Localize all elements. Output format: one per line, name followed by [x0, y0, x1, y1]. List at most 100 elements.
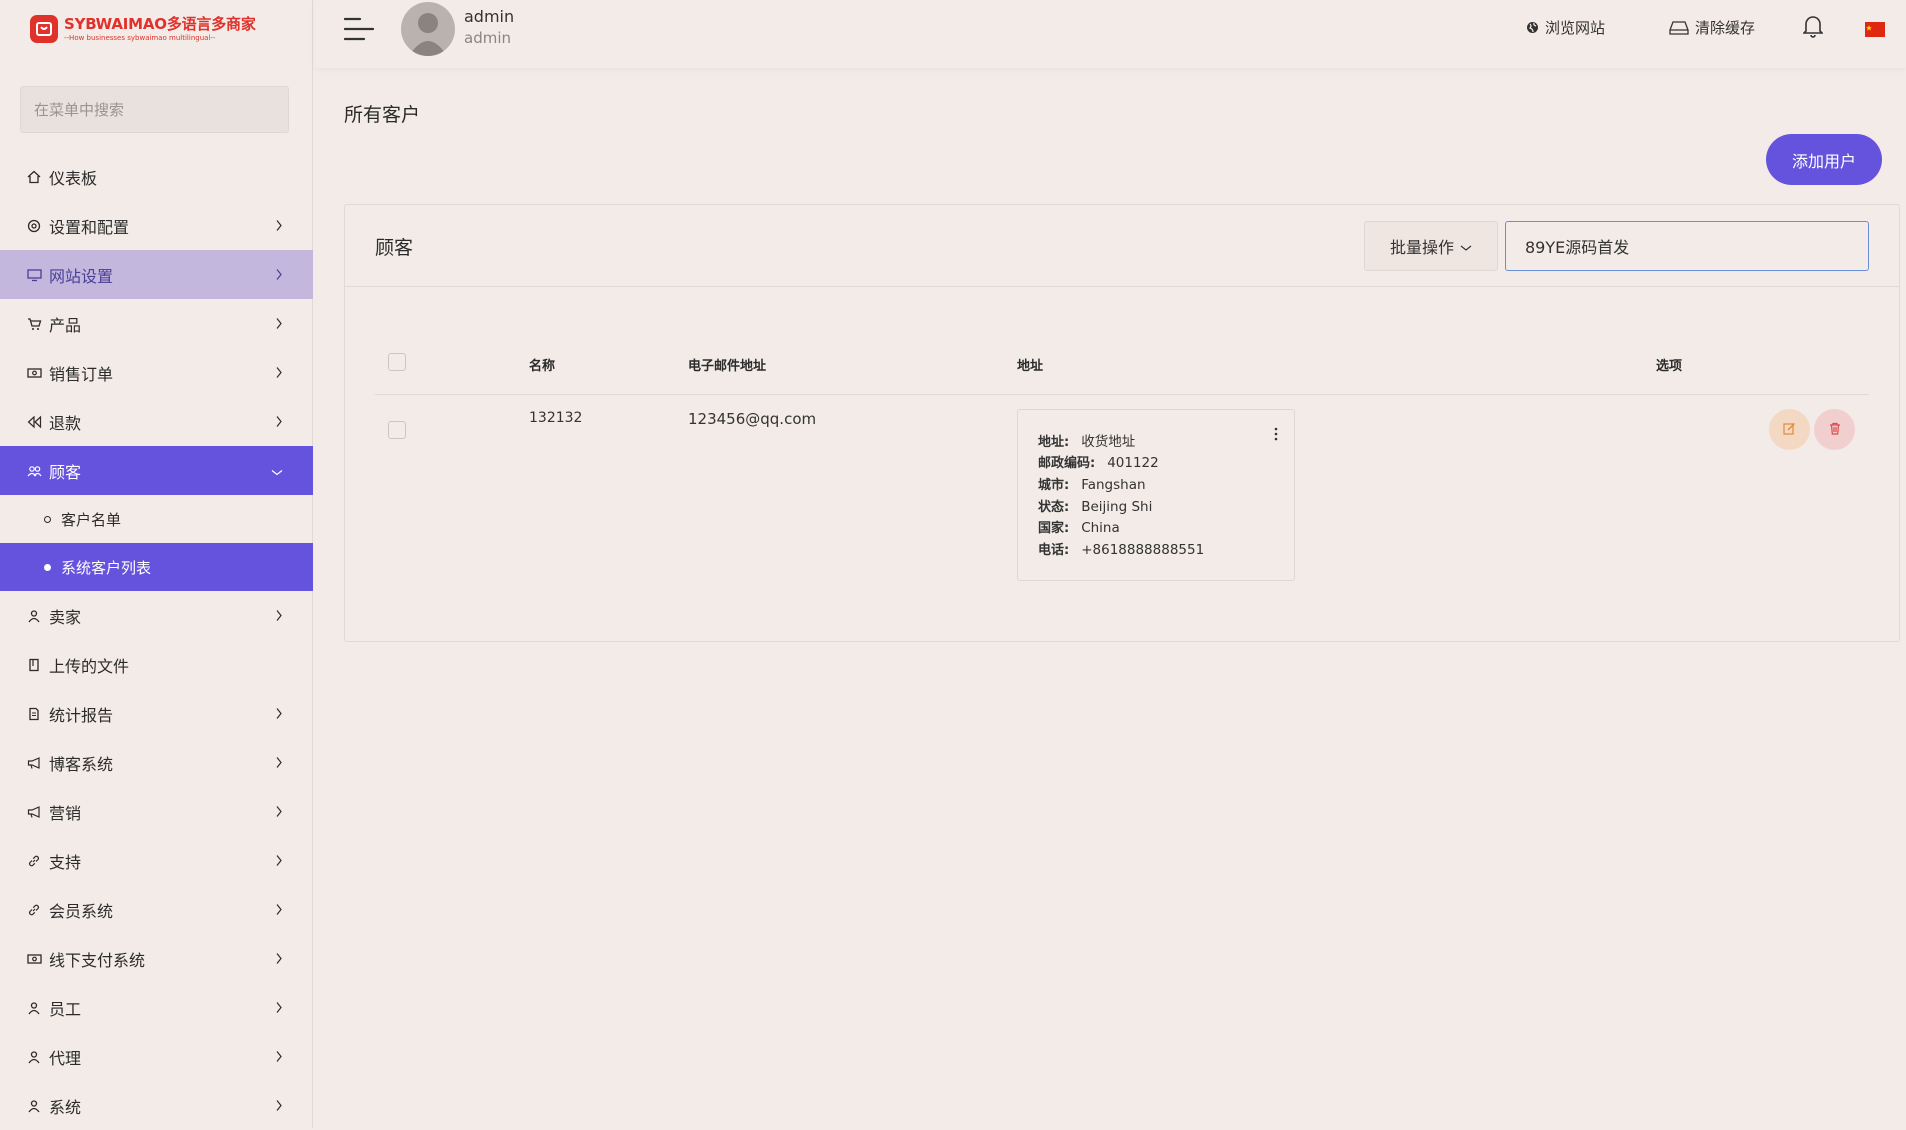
menu-search-input[interactable]	[20, 86, 289, 133]
sidebar-item-staff[interactable]: 员工	[0, 983, 313, 1032]
drive-icon	[1669, 20, 1689, 35]
edit-button[interactable]	[1769, 409, 1810, 450]
sidebar-item-label: 线下支付系统	[49, 950, 146, 970]
folder-icon	[26, 657, 42, 673]
sidebar-item-reports[interactable]: 统计报告	[0, 689, 313, 738]
sidebar-item-dashboard[interactable]: 仪表板	[0, 152, 313, 201]
row-checkbox[interactable]	[388, 421, 406, 439]
page-title: 所有客户	[344, 104, 421, 126]
money-icon	[26, 365, 42, 381]
megaphone-icon	[26, 755, 42, 771]
chevron-down-icon	[271, 461, 283, 480]
home-icon	[26, 169, 42, 185]
city-line: 城市: Fangshan	[1038, 474, 1146, 493]
city-value: Fangshan	[1081, 477, 1146, 493]
delete-button[interactable]	[1814, 409, 1855, 450]
phone-label: 电话:	[1038, 543, 1070, 558]
avatar[interactable]	[401, 2, 455, 56]
sidebar-item-customers[interactable]: 顾客	[0, 446, 313, 495]
city-label: 城市:	[1038, 478, 1070, 493]
megaphone-icon	[26, 804, 42, 820]
chevron-down-icon	[1460, 237, 1472, 256]
add-user-button[interactable]: 添加用户	[1766, 134, 1882, 185]
state-line: 状态: Beijing Shi	[1038, 496, 1152, 515]
sidebar-item-label: 博客系统	[49, 754, 114, 774]
sidebar-item-label: 统计报告	[49, 705, 114, 725]
customer-search-input[interactable]	[1505, 221, 1869, 271]
state-value: Beijing Shi	[1081, 499, 1153, 515]
sidebar-item-label: 支持	[49, 852, 82, 872]
chevron-right-icon	[275, 412, 283, 431]
rewind-icon	[26, 414, 42, 430]
chevron-right-icon	[275, 1096, 283, 1115]
sidebar-item-membership[interactable]: 会员系统	[0, 885, 313, 934]
user-icon	[26, 608, 42, 624]
sidebar-item-website-settings[interactable]: 网站设置	[0, 250, 313, 299]
sidebar-item-label: 上传的文件	[49, 656, 130, 676]
sidebar-nav: 仪表板 设置和配置 网站设置 产品 销售订单 退款 顾客 客户名单 系统客户列表…	[0, 152, 313, 1130]
chevron-right-icon	[275, 216, 283, 235]
link-icon	[26, 853, 42, 869]
sidebar-item-label: 产品	[49, 315, 82, 335]
select-all-checkbox[interactable]	[388, 353, 406, 371]
sidebar-item-offline-payment[interactable]: 线下支付系统	[0, 934, 313, 983]
sidebar: SYBWAIMAO多语言多商家 --How businesses sybwaim…	[0, 0, 313, 1128]
country-value: China	[1081, 520, 1120, 536]
chevron-right-icon	[275, 314, 283, 333]
chevron-right-icon	[275, 802, 283, 821]
sidebar-item-sales-orders[interactable]: 销售订单	[0, 348, 313, 397]
sidebar-item-products[interactable]: 产品	[0, 299, 313, 348]
users-icon	[26, 463, 42, 479]
user-icon	[26, 1098, 42, 1114]
browse-site-link[interactable]: 浏览网站	[1526, 17, 1605, 38]
sidebar-subitem-customer-list[interactable]: 客户名单	[0, 495, 313, 543]
card-header: 顾客 批量操作	[345, 205, 1899, 287]
menu-toggle-icon[interactable]	[343, 16, 375, 42]
circle-icon	[44, 563, 51, 571]
chevron-right-icon	[275, 900, 283, 919]
brand-logo[interactable]: SYBWAIMAO多语言多商家 --How businesses sybwaim…	[30, 12, 256, 46]
sidebar-item-label: 营销	[49, 803, 82, 823]
money-icon	[26, 951, 42, 967]
sidebar-item-sellers[interactable]: 卖家	[0, 591, 313, 640]
sidebar-subitem-label: 系统客户列表	[61, 558, 152, 577]
postal-label: 邮政编码:	[1038, 456, 1096, 471]
settings-icon	[26, 218, 42, 234]
chevron-right-icon	[275, 949, 283, 968]
address-value: 收货地址	[1081, 434, 1136, 450]
cart-icon	[26, 316, 42, 332]
sidebar-item-marketing[interactable]: 营销	[0, 787, 313, 836]
sidebar-item-blog[interactable]: 博客系统	[0, 738, 313, 787]
country-label: 国家:	[1038, 521, 1070, 536]
sidebar-item-label: 顾客	[49, 462, 82, 482]
sidebar-item-refunds[interactable]: 退款	[0, 397, 313, 446]
more-options-icon[interactable]	[1274, 426, 1278, 445]
user-icon	[26, 1000, 42, 1016]
phone-value: +8618888888551	[1081, 542, 1205, 558]
trash-icon	[1829, 420, 1841, 439]
sidebar-item-agents[interactable]: 代理	[0, 1032, 313, 1081]
monitor-icon	[26, 267, 42, 283]
chevron-right-icon	[275, 704, 283, 723]
bulk-action-dropdown[interactable]: 批量操作	[1364, 221, 1498, 271]
column-header-name: 名称	[529, 359, 556, 374]
chevron-right-icon	[275, 998, 283, 1017]
clear-cache-link[interactable]: 清除缓存	[1669, 17, 1755, 38]
sidebar-item-label: 代理	[49, 1048, 82, 1068]
browse-site-label: 浏览网站	[1545, 19, 1606, 37]
sidebar-item-settings[interactable]: 设置和配置	[0, 201, 313, 250]
sidebar-item-system[interactable]: 系统	[0, 1081, 313, 1130]
phone-line: 电话: +8618888888551	[1038, 539, 1204, 558]
address-line: 地址: 收货地址	[1038, 430, 1135, 450]
sidebar-subitem-system-customer-list[interactable]: 系统客户列表	[0, 543, 313, 591]
chevron-right-icon	[275, 606, 283, 625]
column-header-email: 电子邮件地址	[688, 359, 767, 374]
sidebar-item-support[interactable]: 支持	[0, 836, 313, 885]
card-title: 顾客	[375, 237, 414, 259]
sidebar-item-label: 系统	[49, 1097, 82, 1117]
sidebar-item-uploaded-files[interactable]: 上传的文件	[0, 640, 313, 689]
link-icon	[26, 902, 42, 918]
china-flag-icon[interactable]	[1865, 22, 1885, 37]
bell-icon[interactable]	[1802, 14, 1824, 42]
chevron-right-icon	[275, 363, 283, 382]
